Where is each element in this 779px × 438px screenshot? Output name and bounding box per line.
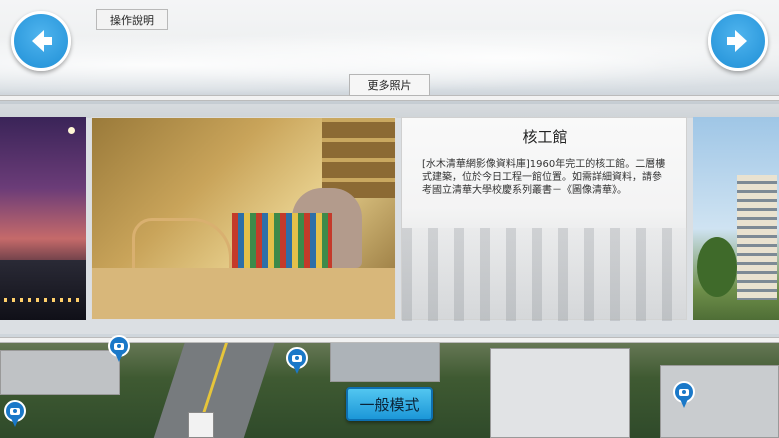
photo-thumbnail-next[interactable]	[693, 117, 779, 320]
map-building	[0, 350, 120, 395]
moon	[68, 127, 75, 134]
city-lights	[4, 298, 82, 302]
photo-pin[interactable]	[673, 381, 695, 409]
map-building	[490, 348, 630, 438]
help-button[interactable]: 操作說明	[96, 9, 168, 30]
photo-tower	[737, 175, 777, 300]
next-button[interactable]	[708, 11, 768, 71]
photo-pin[interactable]	[286, 347, 308, 375]
photo-info-card: 核工館 [水木清華網影像資料庫]1960年完工的核工館。二層樓式建築，位於今日工…	[401, 117, 688, 321]
photo-thumbnail-prev[interactable]	[0, 117, 86, 320]
photo-shelves	[322, 118, 395, 198]
arrow-left-icon	[32, 30, 52, 52]
photo-books	[232, 213, 332, 268]
info-card-background-photo	[402, 228, 688, 321]
photo-desk	[92, 268, 395, 319]
photo-pin[interactable]	[4, 400, 26, 428]
mode-toggle-button[interactable]: 一般模式	[346, 387, 433, 421]
arrow-right-icon	[727, 30, 747, 52]
more-photos-button[interactable]: 更多照片	[349, 74, 430, 96]
night-city	[0, 260, 86, 320]
back-button[interactable]	[11, 11, 71, 71]
photo-main[interactable]	[91, 117, 396, 320]
photo-description: [水木清華網影像資料庫]1960年完工的核工館。二層樓式建築，位於今日工程一館位…	[422, 159, 666, 196]
map-vehicle	[188, 412, 214, 438]
photo-title: 核工館	[522, 128, 568, 146]
photo-pin[interactable]	[108, 335, 130, 363]
photo-tree	[697, 237, 737, 297]
map-building	[330, 342, 440, 382]
